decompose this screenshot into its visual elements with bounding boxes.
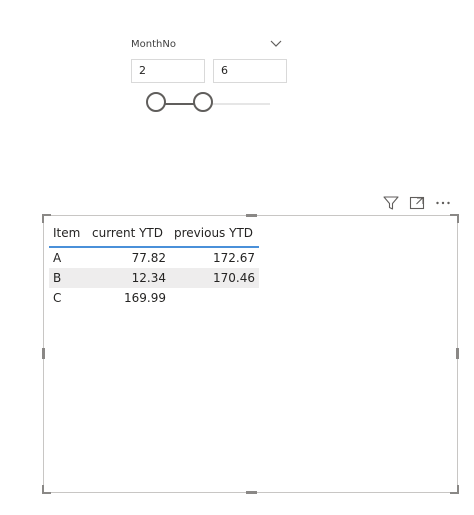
resize-handle-top[interactable] (246, 214, 257, 217)
slicer-max-input[interactable]: 6 (213, 59, 287, 83)
column-header-current-ytd[interactable]: current YTD (88, 220, 170, 248)
table-row[interactable]: B 12.34 170.46 (49, 268, 259, 288)
slicer-title: MonthNo (131, 39, 176, 50)
resize-handle-bottom[interactable] (246, 491, 257, 494)
slider-handle-high[interactable] (193, 92, 213, 112)
slicer-min-input[interactable]: 2 (131, 59, 205, 83)
resize-handle-right[interactable] (456, 348, 459, 359)
focus-mode-icon[interactable] (408, 194, 426, 212)
table-row[interactable]: C 169.99 (49, 288, 259, 308)
cell-current-ytd: 169.99 (124, 291, 166, 305)
cell-item: B (49, 268, 88, 288)
table-row[interactable]: A 77.82 172.67 (49, 247, 259, 268)
resize-corner-bottom-left[interactable] (42, 485, 44, 494)
column-header-previous-ytd[interactable]: previous YTD (170, 220, 259, 248)
cell-current-ytd: 12.34 (88, 268, 170, 288)
resize-corner-top-left[interactable] (42, 214, 44, 223)
data-table: Item current YTD previous YTD A 77.82 17… (49, 220, 259, 308)
cell-item: A (53, 251, 62, 265)
slider-handle-low[interactable] (146, 92, 166, 112)
column-header-item[interactable]: Item (49, 220, 88, 248)
cell-previous-ytd: 172.67 (213, 251, 255, 265)
visual-header (382, 194, 452, 212)
resize-corner-bottom-right[interactable] (457, 485, 459, 494)
resize-corner-top-right[interactable] (457, 214, 459, 223)
resize-handle-left[interactable] (42, 348, 45, 359)
more-options-icon[interactable] (434, 194, 452, 212)
filter-icon[interactable] (382, 194, 400, 212)
chevron-down-icon[interactable] (270, 38, 282, 48)
cell-previous-ytd (170, 288, 259, 308)
cell-previous-ytd: 170.46 (170, 268, 259, 288)
table-header-row: Item current YTD previous YTD (49, 220, 259, 248)
cell-current-ytd: 77.82 (131, 251, 166, 265)
cell-item: C (53, 291, 62, 305)
